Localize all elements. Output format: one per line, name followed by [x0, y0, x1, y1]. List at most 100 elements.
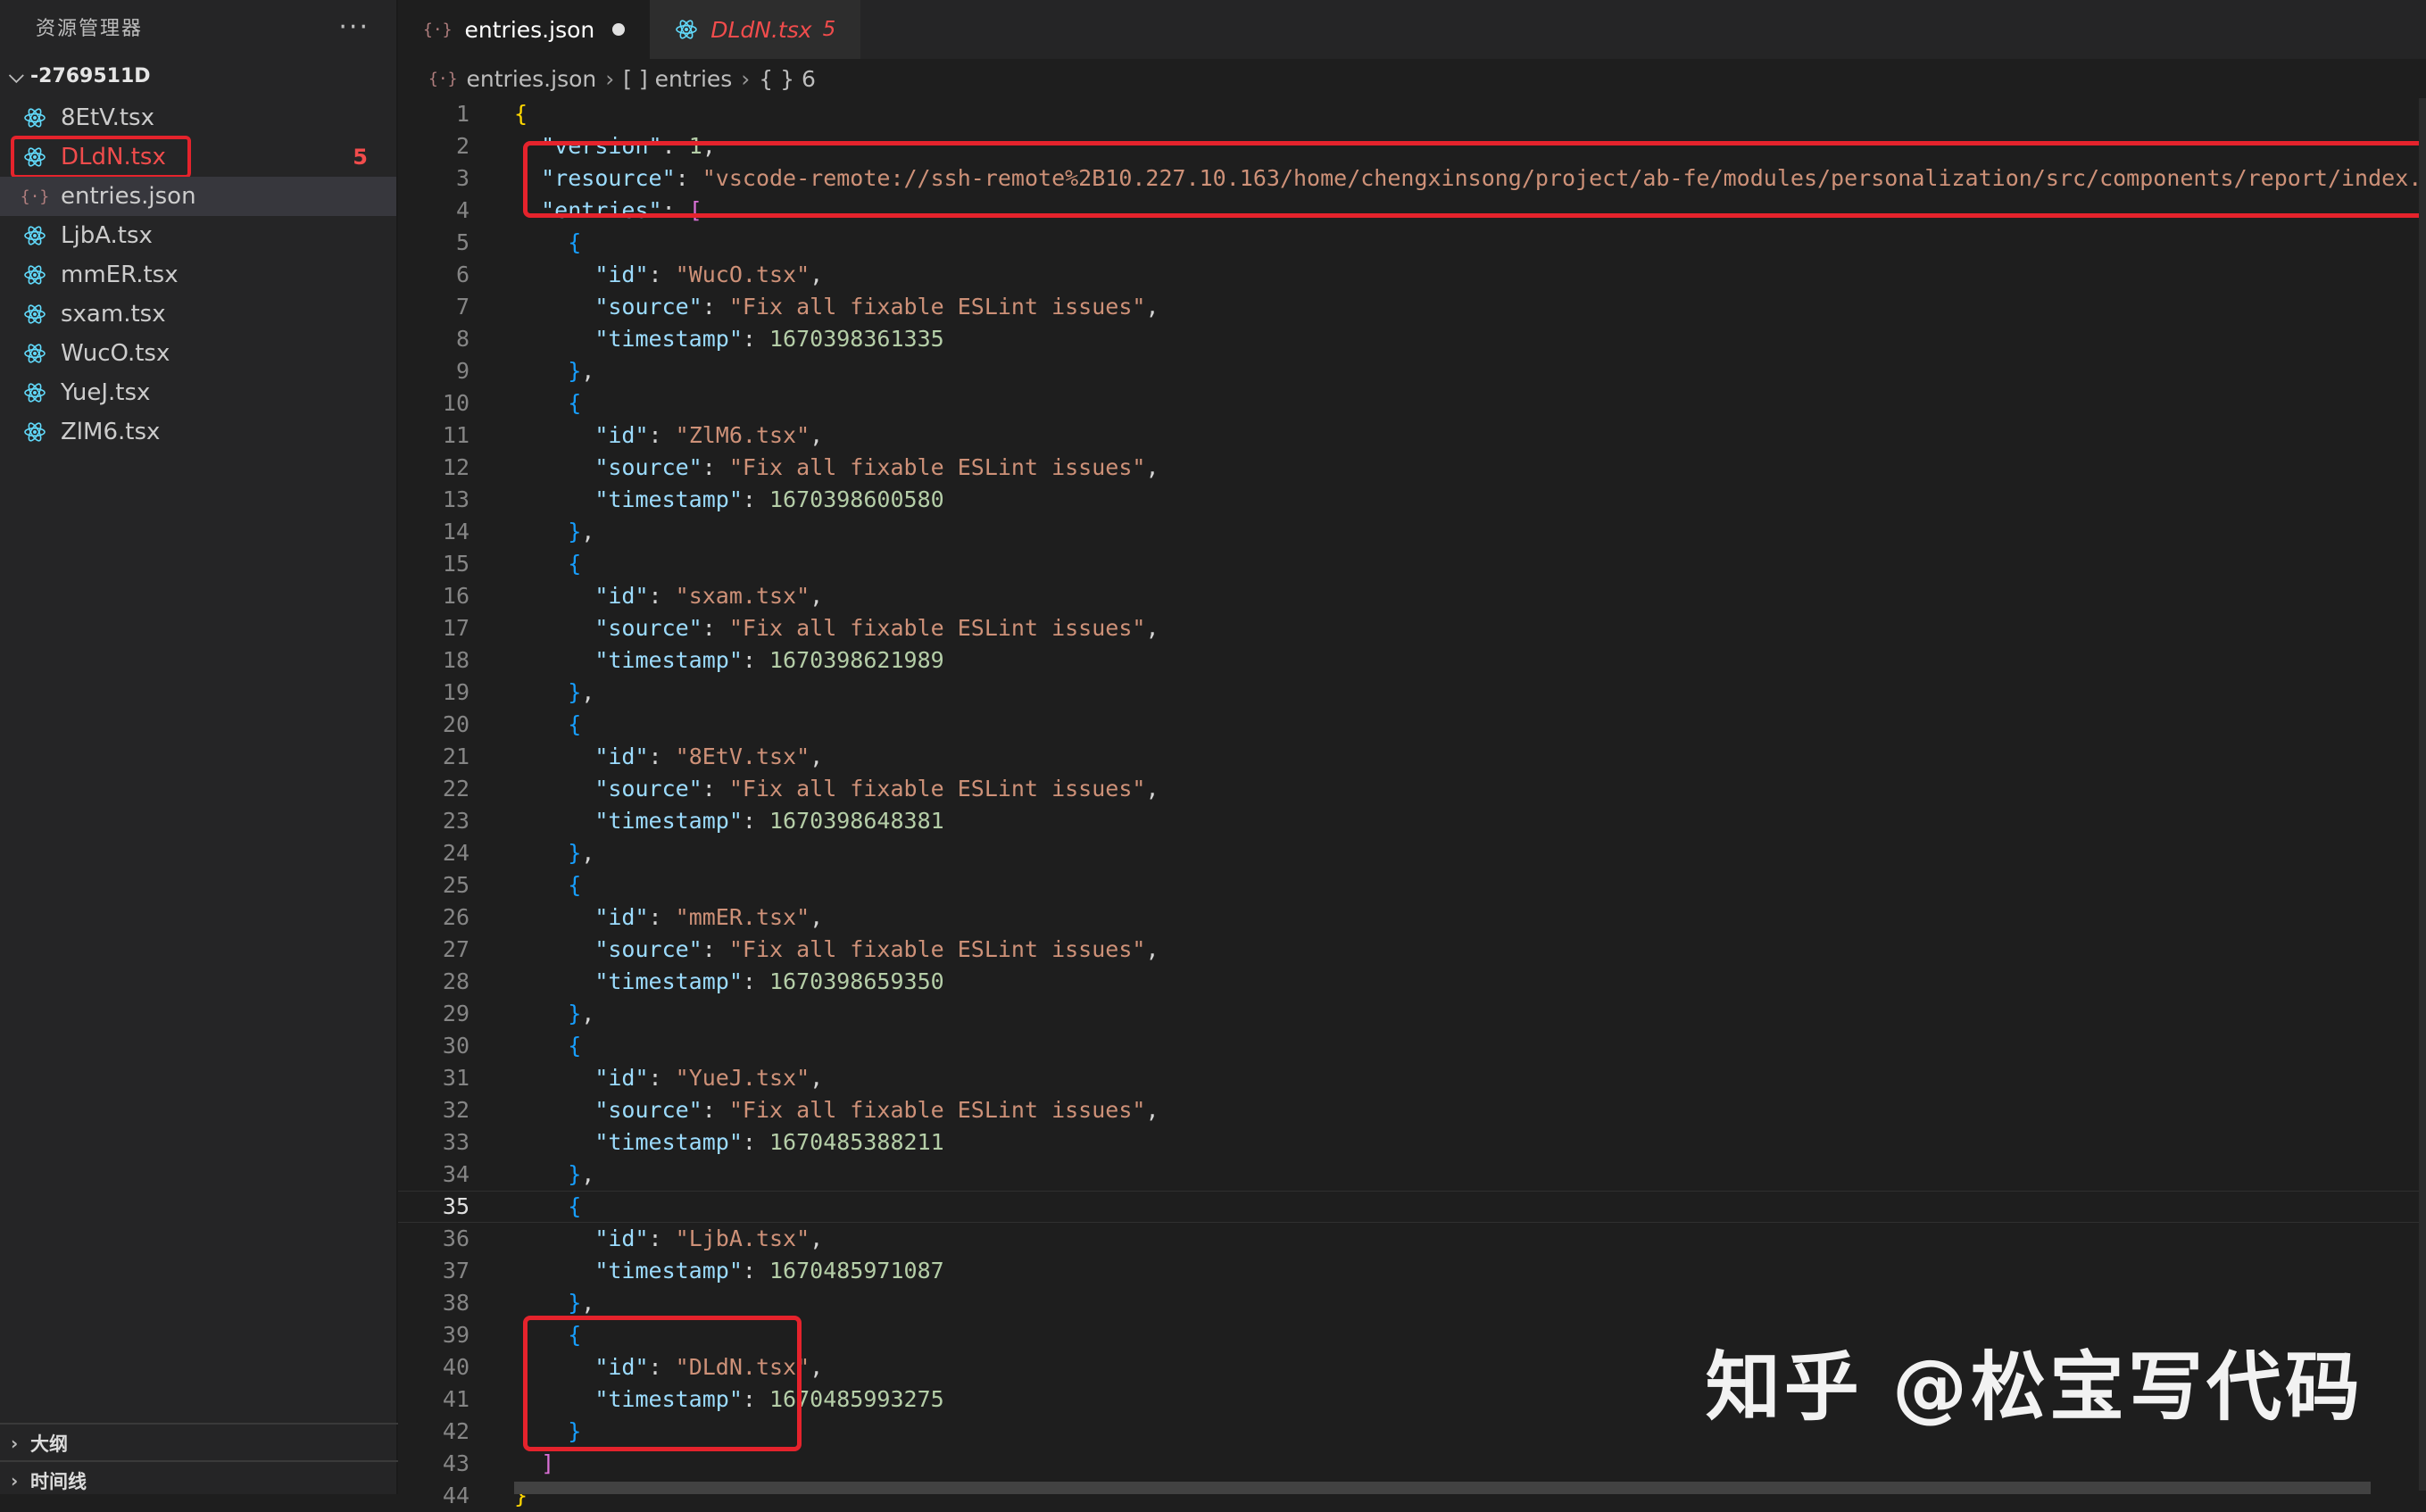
line-text: "timestamp": 1670398648381: [594, 808, 944, 834]
react-file-icon: [21, 262, 48, 288]
line-number: 4: [455, 197, 469, 223]
outline-panel[interactable]: › 大纲: [0, 1423, 405, 1462]
line-number: 25: [442, 872, 469, 898]
code-line[interactable]: 12 "source": "Fix all fixable ESLint iss…: [398, 452, 2426, 484]
react-file-icon: [21, 301, 48, 328]
file-item[interactable]: DLdN.tsx 5: [0, 136, 396, 179]
chevron-right-icon: ›: [11, 1470, 19, 1491]
code-editor[interactable]: 1{2 "version": 1, 3 "resource": "vscode-r…: [398, 98, 2426, 1508]
chevron-right-icon: ›: [11, 1433, 19, 1454]
more-actions-button[interactable]: ···: [338, 12, 370, 43]
code-line[interactable]: 28 "timestamp": 1670398659350: [398, 966, 2426, 998]
code-line[interactable]: 13 "timestamp": 1670398600580: [398, 484, 2426, 516]
breadcrumb-entries[interactable]: [ ] entries: [623, 66, 732, 92]
file-item[interactable]: mmER.tsx: [0, 255, 396, 295]
code-line[interactable]: 29 },: [398, 998, 2426, 1030]
line-text: {: [568, 711, 582, 737]
code-line[interactable]: 18 "timestamp": 1670398621989: [398, 644, 2426, 677]
timeline-label: 时间线: [30, 1471, 87, 1492]
code-line[interactable]: 8 "timestamp": 1670398361335: [398, 323, 2426, 355]
line-number: 14: [442, 519, 469, 544]
code-line[interactable]: 30 {: [398, 1030, 2426, 1062]
code-line[interactable]: 36 "id": "LjbA.tsx",: [398, 1223, 2426, 1255]
code-line[interactable]: 6 "id": "WucO.tsx",: [398, 259, 2426, 291]
code-line[interactable]: 11 "id": "ZlM6.tsx",: [398, 420, 2426, 452]
code-line[interactable]: 21 "id": "8EtV.tsx",: [398, 741, 2426, 773]
line-number: 26: [442, 904, 469, 930]
line-number: 11: [442, 422, 469, 448]
code-line[interactable]: 16 "id": "sxam.tsx",: [398, 580, 2426, 612]
timeline-panel[interactable]: › 时间线: [0, 1460, 405, 1500]
chevron-right-icon: ›: [741, 65, 751, 92]
file-item[interactable]: WucO.tsx: [0, 334, 396, 373]
line-number: 33: [442, 1129, 469, 1155]
breadcrumb-item[interactable]: { } 6: [759, 66, 816, 92]
code-line[interactable]: 17 "source": "Fix all fixable ESLint iss…: [398, 612, 2426, 644]
chevron-down-icon: ⌵: [9, 64, 24, 87]
line-number: 10: [442, 390, 469, 416]
code-line[interactable]: 33 "timestamp": 1670485388211: [398, 1126, 2426, 1159]
line-text: },: [568, 1001, 595, 1026]
line-text: "source": "Fix all fixable ESLint issues…: [594, 294, 1159, 320]
react-file-icon: [21, 104, 48, 131]
code-line[interactable]: 31 "id": "YueJ.tsx",: [398, 1062, 2426, 1094]
line-number: 7: [455, 294, 469, 320]
line-number: 13: [442, 486, 469, 512]
code-line[interactable]: 37 "timestamp": 1670485971087: [398, 1255, 2426, 1287]
line-text: {: [568, 1193, 582, 1219]
line-text: "id": "LjbA.tsx",: [594, 1225, 824, 1251]
code-line[interactable]: 9 },: [398, 355, 2426, 387]
code-line[interactable]: 15 {: [398, 548, 2426, 580]
line-text: },: [568, 1161, 595, 1187]
code-line[interactable]: 43 ]: [398, 1448, 2426, 1480]
problem-badge: 5: [353, 145, 368, 170]
explorer-sidebar: 资源管理器 ··· ⌵ -2769511D 8EtV.tsx DLdN.tsx 5{…: [0, 0, 405, 1494]
code-line[interactable]: 25 {: [398, 869, 2426, 901]
vertical-scrollbar[interactable]: [2419, 98, 2426, 1491]
file-item[interactable]: LjbA.tsx: [0, 216, 396, 255]
code-line[interactable]: 26 "id": "mmER.tsx",: [398, 901, 2426, 934]
line-number: 40: [442, 1354, 469, 1380]
file-label: entries.json: [61, 183, 196, 210]
code-line[interactable]: 7 "source": "Fix all fixable ESLint issu…: [398, 291, 2426, 323]
unsaved-dot-icon[interactable]: [612, 23, 626, 36]
code-line[interactable]: 5 {: [398, 227, 2426, 259]
file-item[interactable]: YueJ.tsx: [0, 373, 396, 412]
code-line[interactable]: 27 "source": "Fix all fixable ESLint iss…: [398, 934, 2426, 966]
line-number: 20: [442, 711, 469, 737]
code-line[interactable]: 10 {: [398, 387, 2426, 420]
line-text: "source": "Fix all fixable ESLint issues…: [594, 454, 1159, 480]
file-label: YueJ.tsx: [61, 379, 151, 406]
line-text: "timestamp": 1670398600580: [594, 486, 944, 512]
line-text: },: [568, 840, 595, 866]
breadcrumb-file[interactable]: entries.json: [467, 66, 597, 92]
code-line[interactable]: 34 },: [398, 1159, 2426, 1191]
workspace-folder[interactable]: ⌵ -2769511D: [0, 54, 396, 98]
chevron-right-icon: ›: [605, 65, 615, 92]
file-item[interactable]: sxam.tsx: [0, 295, 396, 334]
file-item[interactable]: {·} entries.json: [0, 177, 396, 216]
tab-entries-json[interactable]: {·} entries.json: [398, 0, 651, 59]
code-line[interactable]: 38 },: [398, 1287, 2426, 1319]
file-item[interactable]: ZlM6.tsx: [0, 412, 396, 452]
react-file-icon: [675, 18, 698, 41]
horizontal-scrollbar[interactable]: [514, 1482, 2371, 1494]
code-line[interactable]: 35 {: [398, 1191, 2426, 1223]
code-line[interactable]: 32 "source": "Fix all fixable ESLint iss…: [398, 1094, 2426, 1126]
line-number: 42: [442, 1418, 469, 1444]
line-number: 29: [442, 1001, 469, 1026]
line-text: "source": "Fix all fixable ESLint issues…: [594, 776, 1159, 802]
line-text: "id": "ZlM6.tsx",: [594, 422, 824, 448]
code-line[interactable]: 1{: [398, 98, 2426, 130]
code-line[interactable]: 23 "timestamp": 1670398648381: [398, 805, 2426, 837]
line-number: 35: [442, 1193, 469, 1219]
code-line[interactable]: 14 },: [398, 516, 2426, 548]
tab-dldn-tsx[interactable]: DLdN.tsx 5: [650, 0, 861, 59]
code-line[interactable]: 22 "source": "Fix all fixable ESLint iss…: [398, 773, 2426, 805]
code-line[interactable]: 24 },: [398, 837, 2426, 869]
code-line[interactable]: 20 {: [398, 709, 2426, 741]
file-item[interactable]: 8EtV.tsx: [0, 98, 396, 137]
line-number: 31: [442, 1065, 469, 1091]
code-line[interactable]: 19 },: [398, 677, 2426, 709]
line-number: 24: [442, 840, 469, 866]
